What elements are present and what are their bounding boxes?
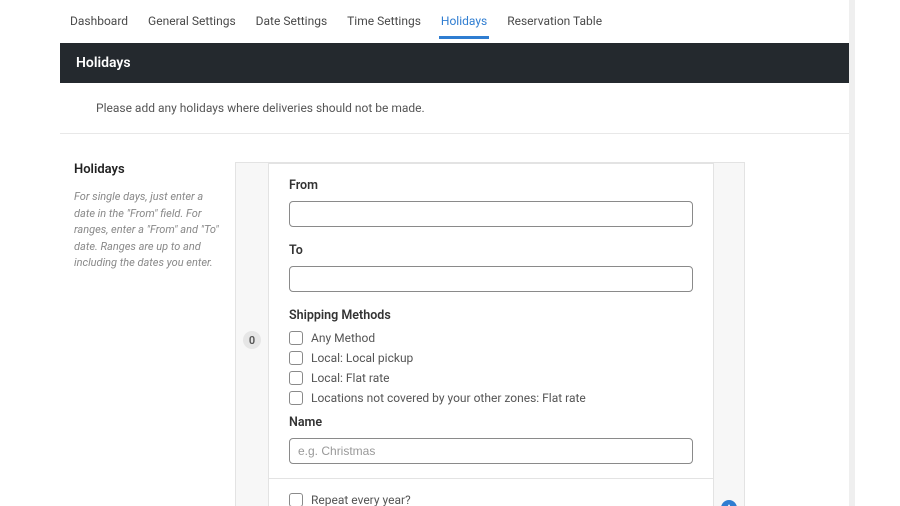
checkbox-local-pickup[interactable] [289,351,303,365]
checkbox-not-covered-flat-rate[interactable] [289,391,303,405]
holidays-heading: Holidays [74,162,225,177]
to-date-input[interactable] [289,266,693,292]
tab-date-settings[interactable]: Date Settings [246,8,337,34]
checkbox-label-repeat-every-year: Repeat every year? [311,493,411,506]
checkbox-local-flat-rate[interactable] [289,371,303,385]
settings-tabs: Dashboard General Settings Date Settings… [60,0,855,38]
section-title-bar: Holidays [60,43,855,83]
from-date-input[interactable] [289,201,693,227]
section-description: Please add any holidays where deliveries… [60,83,855,134]
tab-general-settings[interactable]: General Settings [138,8,246,34]
holiday-name-input[interactable] [289,438,693,464]
shipping-methods-label: Shipping Methods [289,308,693,323]
holidays-help-column: Holidays For single days, just enter a d… [60,162,235,506]
scrollbar-track [849,0,855,506]
checkbox-label-not-covered-flat-rate: Locations not covered by your other zone… [311,391,586,405]
tab-reservation-table[interactable]: Reservation Table [497,8,612,34]
to-label: To [289,243,693,258]
holidays-help-text: For single days, just enter a date in th… [74,189,225,272]
from-label: From [289,178,693,193]
tab-dashboard[interactable]: Dashboard [60,8,138,34]
checkbox-label-local-flat-rate: Local: Flat rate [311,371,390,385]
tab-time-settings[interactable]: Time Settings [337,8,431,34]
row-divider [269,478,713,479]
checkbox-label-any-method: Any Method [311,331,375,345]
name-label: Name [289,415,693,430]
add-row-icon[interactable]: + [721,500,737,506]
checkbox-label-local-pickup: Local: Local pickup [311,351,413,365]
checkbox-repeat-every-year[interactable] [289,493,303,506]
checkbox-any-method[interactable] [289,331,303,345]
tab-holidays[interactable]: Holidays [431,8,497,34]
row-index-badge: 0 [243,331,261,349]
holiday-row-panel: 0 From To Shipping Methods [235,162,745,506]
